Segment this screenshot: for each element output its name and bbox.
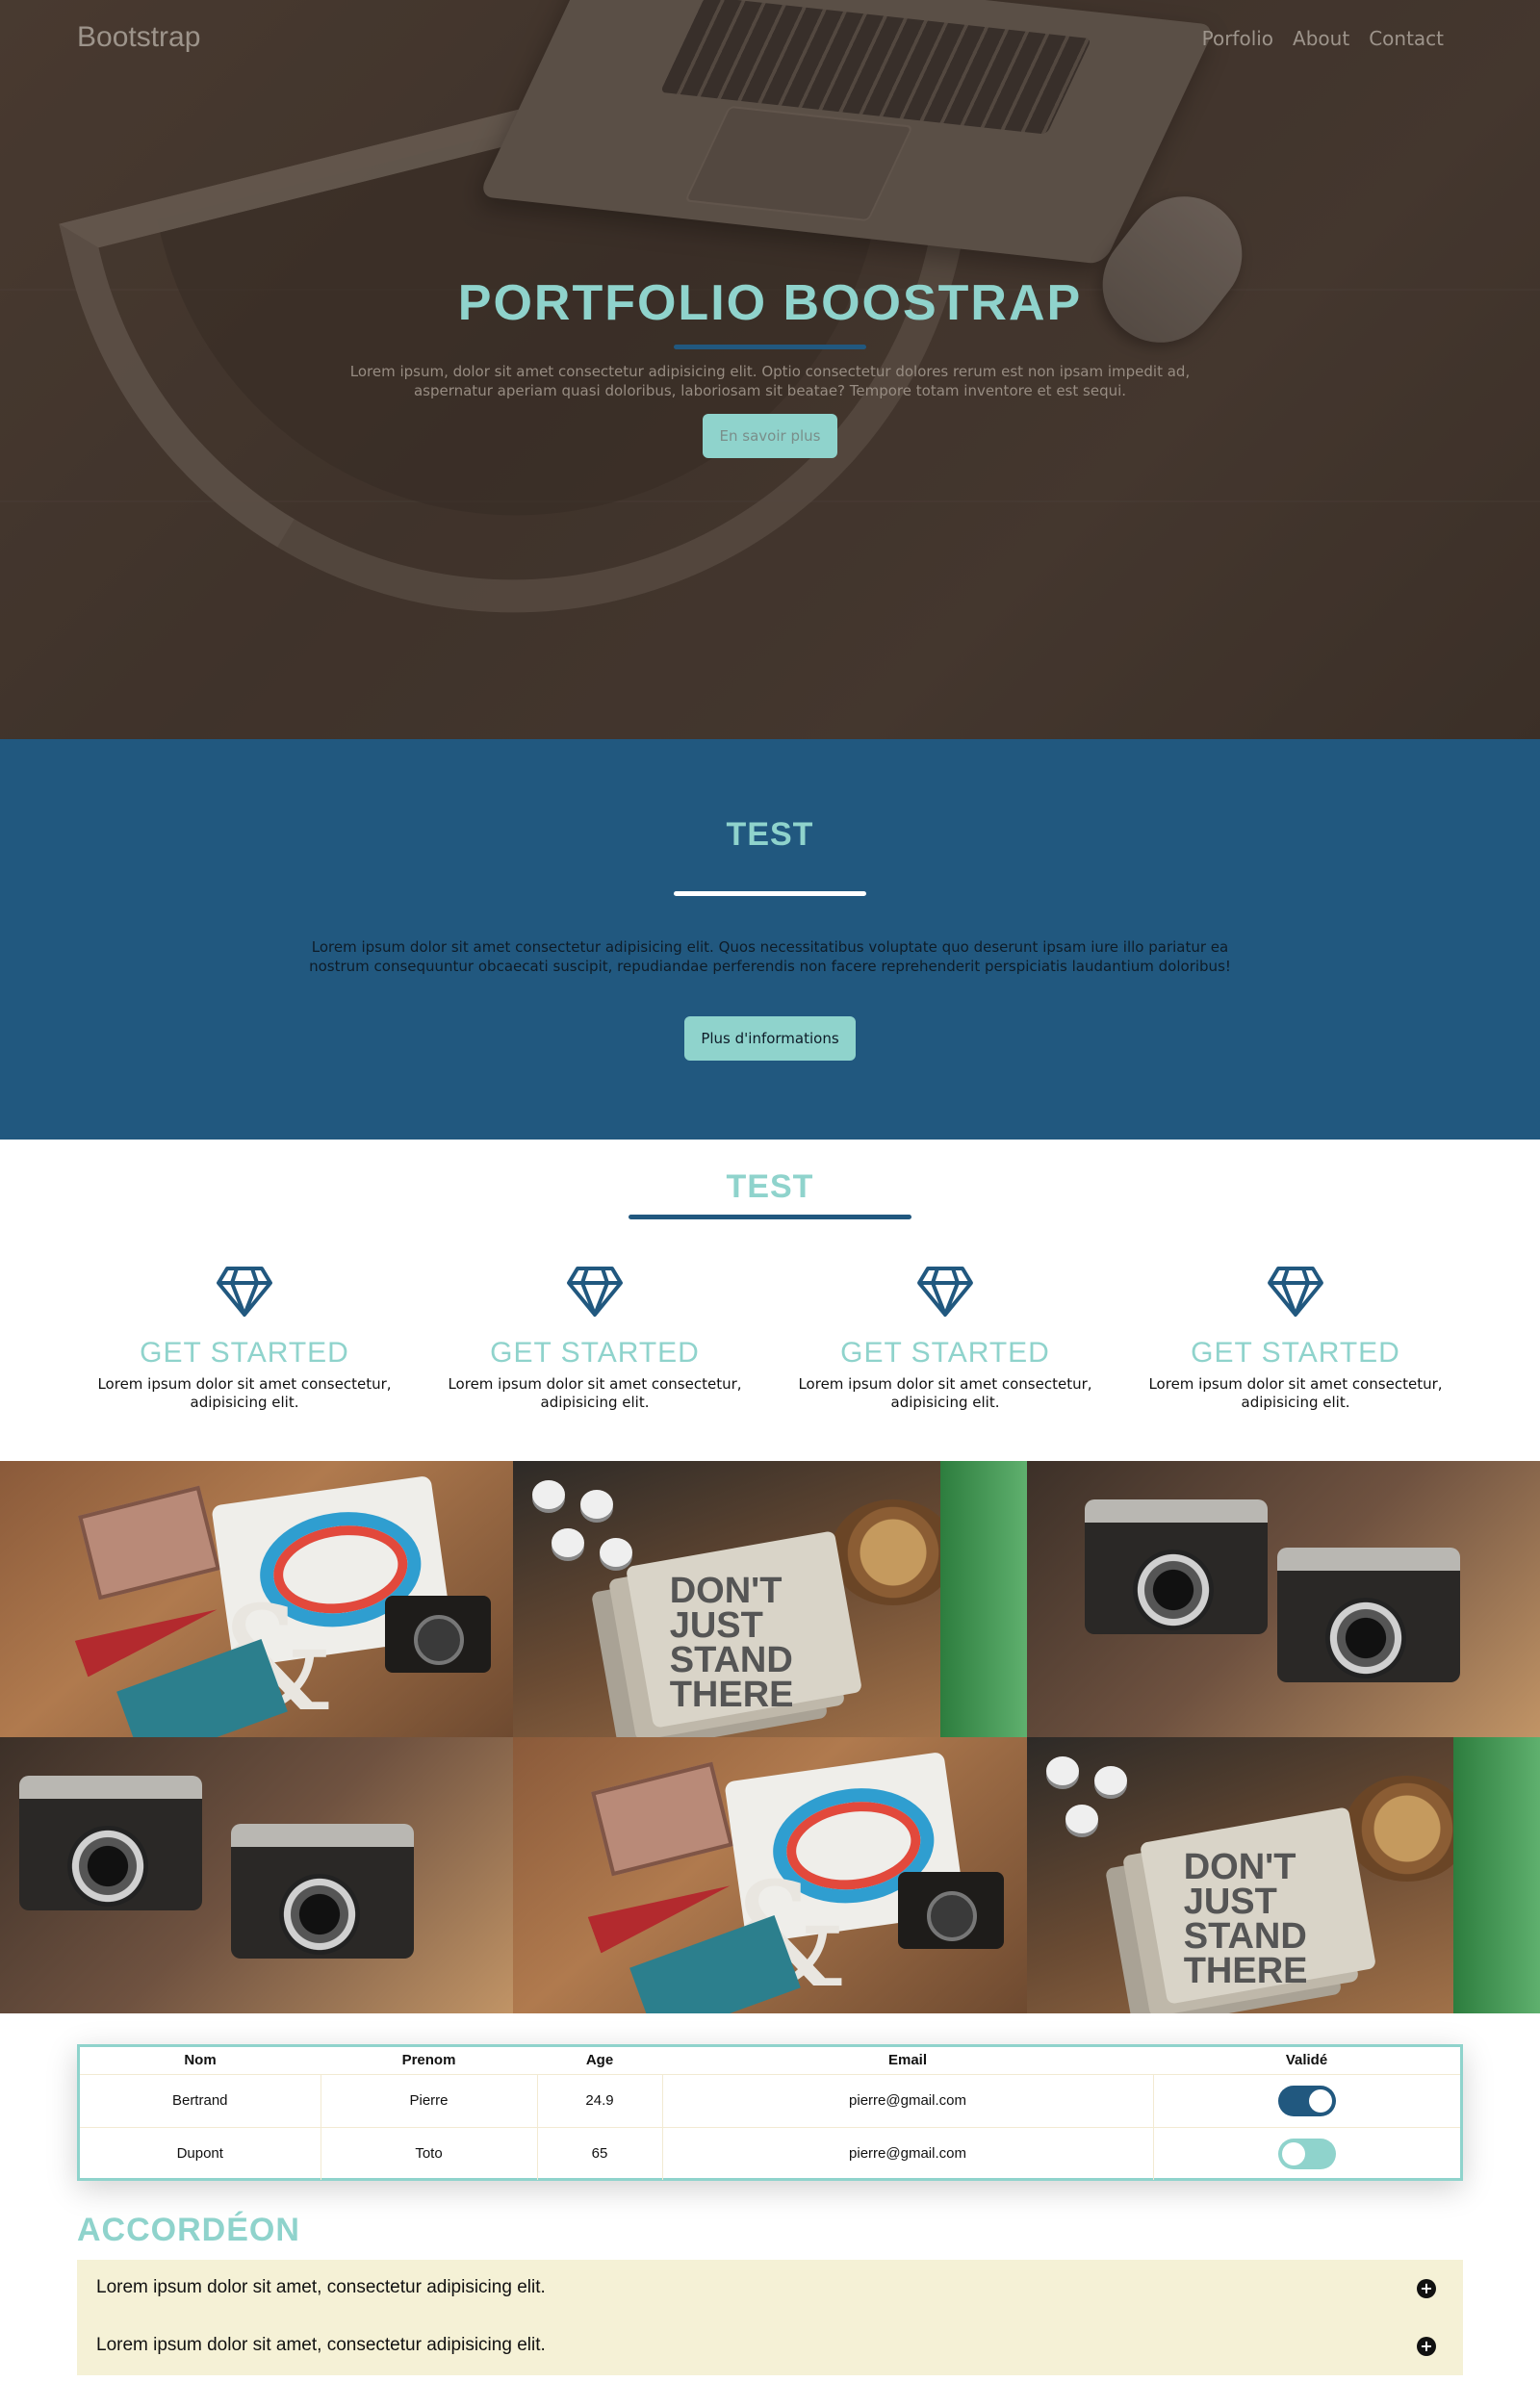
accordion-item-label: Lorem ipsum dolor sit amet, consectetur … bbox=[96, 2335, 546, 2355]
diamond-icon bbox=[217, 1267, 272, 1317]
photo-detail bbox=[231, 1824, 414, 1959]
photo-detail bbox=[898, 1872, 1004, 1949]
feature-title: GET STARTED bbox=[840, 1337, 1050, 1369]
validated-toggle[interactable] bbox=[1277, 2138, 1336, 2169]
feature-title: GET STARTED bbox=[1191, 1337, 1400, 1369]
gallery-photo-flatlay[interactable]: & bbox=[0, 1461, 513, 1737]
diamond-icon bbox=[567, 1267, 623, 1317]
more-info-button[interactable]: Plus d'informations bbox=[684, 1016, 856, 1061]
photo-detail bbox=[78, 1485, 220, 1601]
diamond-icon bbox=[917, 1267, 973, 1317]
photo-detail bbox=[1453, 1737, 1540, 2013]
features-title-underline bbox=[629, 1215, 911, 1219]
photo-detail bbox=[600, 1538, 632, 1567]
feature-card: GET STARTED Lorem ipsum dolor sit amet c… bbox=[770, 1266, 1120, 1412]
photo-detail bbox=[552, 1528, 584, 1557]
validated-toggle[interactable] bbox=[1277, 2085, 1336, 2116]
photo-gallery: & DON'T JUST STAND THERE & DON'T JUST ST… bbox=[0, 1461, 1540, 2013]
accordion-item[interactable]: Lorem ipsum dolor sit amet, consectetur … bbox=[77, 2318, 1463, 2375]
hero-title: PORTFOLIO BOOSTRAP bbox=[457, 275, 1083, 331]
photo-detail bbox=[1046, 1756, 1079, 1785]
navbar-links: Porfolio About Contact bbox=[1202, 27, 1444, 50]
column-header: Nom bbox=[184, 2052, 217, 2069]
feature-card: GET STARTED Lorem ipsum dolor sit amet c… bbox=[69, 1266, 420, 1412]
nav-link-portfolio[interactable]: Porfolio bbox=[1202, 27, 1273, 50]
gallery-photo-flatlay[interactable]: & bbox=[513, 1737, 1027, 2013]
plus-circle-icon[interactable]: + bbox=[1417, 2279, 1436, 2298]
users-table-card: Nom Prenom Age Email Validé Bertrand Pie… bbox=[77, 2044, 1463, 2181]
photo-detail bbox=[1277, 1548, 1460, 1682]
photo-detail bbox=[532, 1480, 565, 1509]
cell-prenom: Toto bbox=[320, 2126, 537, 2180]
cell-nom: Bertrand bbox=[80, 2073, 321, 2127]
diamond-icon bbox=[1268, 1267, 1323, 1317]
toggle-knob bbox=[1308, 2088, 1332, 2113]
accordion-item-label: Lorem ipsum dolor sit amet, consectetur … bbox=[96, 2277, 546, 2297]
column-header: Prenom bbox=[401, 2052, 456, 2069]
feature-text: Lorem ipsum dolor sit amet consectetur, … bbox=[1148, 1375, 1443, 1411]
cell-valide bbox=[1152, 2073, 1460, 2127]
photo-detail: DON'T JUST STAND THERE bbox=[625, 1530, 863, 1729]
gallery-photo-cameras[interactable] bbox=[1027, 1461, 1540, 1737]
features-title: TEST bbox=[726, 1168, 814, 1205]
notebook-text: DON'T JUST STAND THERE bbox=[1183, 1847, 1308, 1992]
gallery-photo-notebook[interactable]: DON'T JUST STAND THERE bbox=[1027, 1737, 1540, 2013]
gallery-photo-notebook[interactable]: DON'T JUST STAND THERE bbox=[513, 1461, 1027, 1737]
cell-nom: Dupont bbox=[80, 2126, 321, 2180]
photo-detail bbox=[1065, 1805, 1098, 1833]
notebook-text: DON'T JUST STAND THERE bbox=[669, 1571, 794, 1716]
feature-title: GET STARTED bbox=[490, 1337, 700, 1369]
column-header: Email bbox=[887, 2052, 928, 2069]
nav-link-about[interactable]: About bbox=[1293, 27, 1349, 50]
accordion-title: ACCORDÉON bbox=[77, 2212, 300, 2248]
section-text: Lorem ipsum dolor sit amet consectetur a… bbox=[309, 938, 1231, 975]
photo-detail bbox=[580, 1490, 613, 1519]
photo-detail bbox=[19, 1776, 202, 1910]
hero-title-underline bbox=[674, 345, 866, 349]
plus-circle-icon[interactable]: + bbox=[1417, 2337, 1436, 2356]
test-section: TEST Lorem ipsum dolor sit amet consecte… bbox=[0, 739, 1540, 1140]
cell-age: 65 bbox=[536, 2126, 662, 2180]
feature-text: Lorem ipsum dolor sit amet consectetur, … bbox=[448, 1375, 742, 1411]
table-row: Bertrand Pierre 24.9 pierre@gmail.com bbox=[80, 2073, 1460, 2127]
accordion-item[interactable]: Lorem ipsum dolor sit amet, consectetur … bbox=[77, 2260, 1463, 2318]
table-row: Dupont Toto 65 pierre@gmail.com bbox=[80, 2126, 1460, 2180]
learn-more-button[interactable]: En savoir plus bbox=[703, 414, 837, 458]
photo-detail bbox=[940, 1461, 1027, 1737]
gallery-photo-cameras[interactable] bbox=[0, 1737, 513, 2013]
photo-detail bbox=[591, 1761, 733, 1877]
photo-detail bbox=[1094, 1766, 1127, 1795]
feature-title: GET STARTED bbox=[140, 1337, 349, 1369]
feature-text: Lorem ipsum dolor sit amet consectetur, … bbox=[798, 1375, 1092, 1411]
cell-email: pierre@gmail.com bbox=[661, 2073, 1153, 2127]
cell-prenom: Pierre bbox=[320, 2073, 537, 2127]
toggle-knob bbox=[1281, 2141, 1305, 2165]
cell-valide bbox=[1152, 2126, 1460, 2180]
photo-detail: DON'T JUST STAND THERE bbox=[1139, 1806, 1377, 2005]
column-header: Age bbox=[585, 2052, 614, 2069]
nav-link-contact[interactable]: Contact bbox=[1369, 27, 1444, 50]
column-header: Validé bbox=[1285, 2052, 1328, 2069]
feature-text: Lorem ipsum dolor sit amet consectetur, … bbox=[97, 1375, 392, 1411]
table-header-row: Nom Prenom Age Email Validé bbox=[80, 2047, 1460, 2074]
section-title-underline bbox=[674, 891, 866, 896]
navbar-brand[interactable]: Bootstrap bbox=[77, 21, 200, 54]
section-title: TEST bbox=[726, 816, 814, 853]
users-table: Nom Prenom Age Email Validé Bertrand Pie… bbox=[80, 2047, 1460, 2180]
feature-card: GET STARTED Lorem ipsum dolor sit amet c… bbox=[420, 1266, 770, 1412]
hero-section: Bootstrap Porfolio About Contact PORTFOL… bbox=[0, 0, 1540, 739]
feature-card: GET STARTED Lorem ipsum dolor sit amet c… bbox=[1120, 1266, 1471, 1412]
photo-detail bbox=[385, 1596, 491, 1673]
photo-detail bbox=[1085, 1499, 1268, 1634]
hero-text: Lorem ipsum, dolor sit amet consectetur … bbox=[349, 363, 1191, 399]
cell-email: pierre@gmail.com bbox=[661, 2126, 1153, 2180]
cell-age: 24.9 bbox=[536, 2073, 662, 2127]
